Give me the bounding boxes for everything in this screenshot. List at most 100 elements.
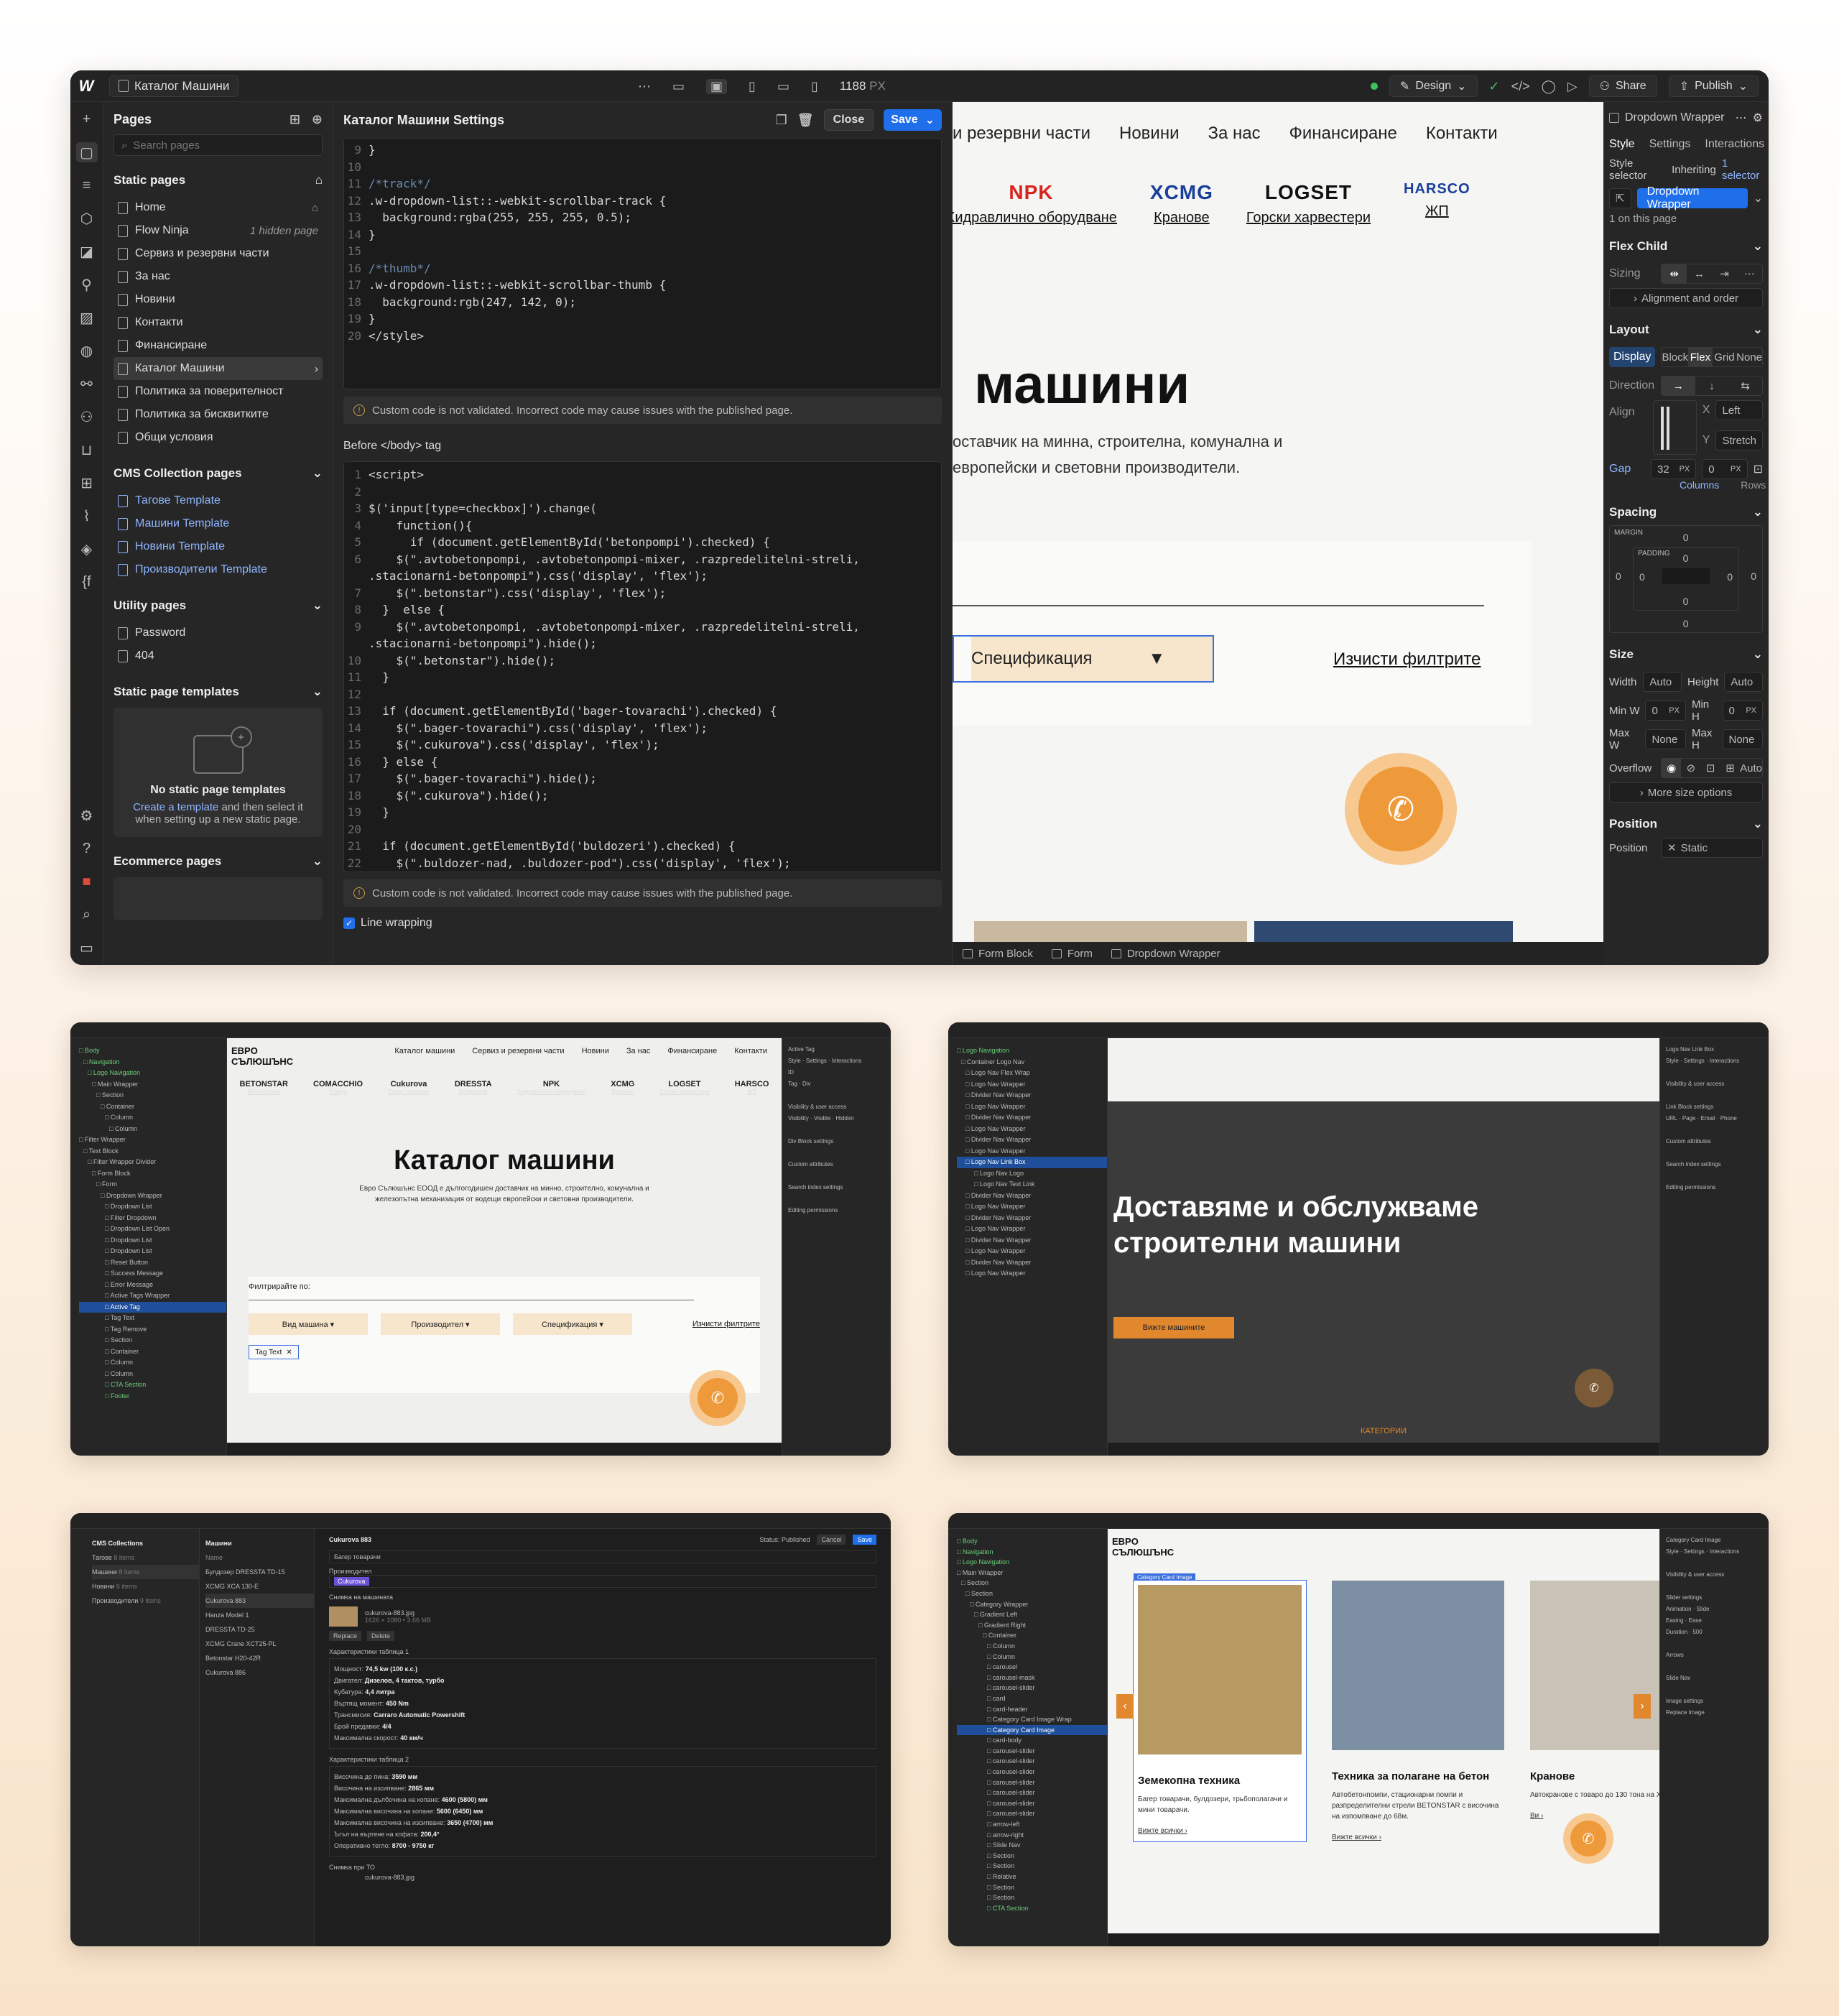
- navigator-node[interactable]: □ Dropdown List Open: [79, 1224, 226, 1235]
- navigator-node[interactable]: □ Slide Nav: [957, 1840, 1107, 1851]
- thumb-brand[interactable]: BETONSTAR Бетонпомпи: [240, 1080, 288, 1095]
- navigator-node[interactable]: □ Category Card Image Wrap: [957, 1714, 1107, 1725]
- more-icon[interactable]: ⋯: [1736, 111, 1747, 125]
- align-grid-control[interactable]: [1652, 400, 1697, 455]
- share-button[interactable]: ⚇ Share: [1588, 75, 1657, 97]
- desktop-large-icon[interactable]: ▭: [672, 79, 685, 94]
- overflow-control[interactable]: ◉ ⊘ ⊡ ⊞ Auto: [1661, 758, 1763, 778]
- navigator-node[interactable]: □ Body: [79, 1045, 226, 1057]
- display-option[interactable]: Block: [1662, 348, 1688, 366]
- align-x-select[interactable]: Left: [1715, 400, 1763, 420]
- settings-icon[interactable]: ⚙: [1753, 111, 1763, 125]
- navigator-node[interactable]: □ Main Wrapper: [957, 1568, 1107, 1578]
- check-icon[interactable]: ✓: [1489, 79, 1500, 94]
- navigator-node[interactable]: □ carousel-slider: [957, 1767, 1107, 1777]
- navigator-node[interactable]: □ Section: [957, 1892, 1107, 1903]
- thumb-call-button[interactable]: ✆: [1575, 1369, 1613, 1407]
- breadcrumb-item[interactable]: Dropdown Wrapper: [1111, 948, 1220, 960]
- play-icon[interactable]: ▷: [1567, 79, 1578, 94]
- navigator-node[interactable]: □ Relative: [957, 1872, 1107, 1882]
- templates-header[interactable]: Static page templates ⌄: [114, 685, 323, 699]
- navigator-node[interactable]: □ carousel-slider: [957, 1777, 1107, 1788]
- static-pages-header[interactable]: Static pages ⌂: [114, 173, 323, 188]
- navigator-node[interactable]: □ Divider Nav Wrapper: [957, 1235, 1107, 1247]
- navigator-node[interactable]: □ Category Wrapper: [957, 1599, 1107, 1610]
- save-button[interactable]: Save ⌄: [884, 109, 942, 131]
- navigator-icon[interactable]: ≡: [76, 175, 98, 195]
- cms-item-row[interactable]: Hanza Model 1: [205, 1608, 314, 1622]
- navigator-node[interactable]: □ Filter Wrapper Divider: [79, 1157, 226, 1168]
- nav-link[interactable]: Контакти: [1426, 124, 1498, 144]
- pages-icon[interactable]: ▢: [75, 142, 98, 162]
- utility-page-item[interactable]: Password: [114, 621, 323, 644]
- page-item[interactable]: Каталог Машини ›: [114, 357, 323, 380]
- add-folder-icon[interactable]: ⊞: [289, 112, 300, 127]
- height-input[interactable]: Auto: [1724, 672, 1764, 692]
- size-section[interactable]: Size ⌄: [1609, 647, 1763, 662]
- navigator-node[interactable]: □ card-header: [957, 1704, 1107, 1715]
- mode-dropdown[interactable]: ✎ Design ⌄: [1389, 75, 1478, 97]
- navigator-node[interactable]: □ Logo Nav Wrapper: [957, 1079, 1107, 1091]
- navigator-node[interactable]: □ carousel-slider: [957, 1798, 1107, 1809]
- thumb-filter-dropdown[interactable]: Спецификация ▾: [513, 1313, 632, 1335]
- collection-item[interactable]: Машини 8 items: [92, 1565, 199, 1579]
- navigator-node[interactable]: □ Logo Nav Wrapper: [957, 1246, 1107, 1257]
- more-icon[interactable]: ⋯: [638, 79, 651, 94]
- navigator-node[interactable]: □ Container: [79, 1101, 226, 1113]
- trash-icon[interactable]: 🗑: [797, 113, 814, 128]
- desktop-icon[interactable]: ▣: [706, 78, 728, 94]
- navigator-node[interactable]: □ Divider Nav Wrapper: [957, 1257, 1107, 1269]
- navigator-node[interactable]: □ Success Message: [79, 1268, 226, 1280]
- cms-pages-header[interactable]: CMS Collection pages ⌄: [114, 466, 323, 481]
- flex-child-section[interactable]: Flex Child ⌄: [1609, 239, 1763, 254]
- breadcrumb-item[interactable]: Form Block: [963, 948, 1033, 960]
- thumb-brand[interactable]: COMACCHIO Сонди: [313, 1080, 363, 1095]
- search-icon[interactable]: ⌕: [76, 905, 98, 925]
- cms-page-item[interactable]: Тагове Template: [114, 489, 323, 512]
- cms-item-row[interactable]: Булдозер DRESSTA TD-15: [205, 1565, 314, 1579]
- navigator-node[interactable]: □ Section: [79, 1090, 226, 1101]
- navigator-node[interactable]: □ Filter Dropdown: [79, 1213, 226, 1224]
- min-height-input[interactable]: 0 PX: [1722, 700, 1763, 721]
- thumb-brand[interactable]: NPK Хидравлично оборудване: [517, 1080, 586, 1095]
- direction-control[interactable]: → ↓ ⇆: [1661, 376, 1763, 396]
- navigator-node[interactable]: □ Container: [79, 1346, 226, 1358]
- navigator-node[interactable]: □ Dropdown Wrapper: [79, 1190, 226, 1202]
- min-width-input[interactable]: 0 PX: [1645, 700, 1686, 721]
- body-code-editor[interactable]: 1 <script> 2 3 $('input[type=checkbox]').cha…: [343, 461, 942, 872]
- mobile-portrait-icon[interactable]: ▯: [811, 79, 818, 94]
- navigator-node[interactable]: □ Dropdown List: [79, 1201, 226, 1213]
- more-size-options-button[interactable]: › More size options: [1609, 782, 1763, 803]
- navigator-node[interactable]: □ Footer: [79, 1391, 226, 1402]
- thumb-filter-dropdown[interactable]: Производител ▾: [381, 1313, 500, 1335]
- navigator-node[interactable]: □ Form Block: [79, 1168, 226, 1180]
- navigator-node[interactable]: □ arrow-left: [957, 1819, 1107, 1830]
- navigator-node[interactable]: □ Section: [957, 1851, 1107, 1862]
- navigator-node[interactable]: □ Body: [957, 1536, 1107, 1547]
- clear-filters-link[interactable]: Изчисти филтрите: [1333, 649, 1481, 670]
- cms-icon[interactable]: ◍: [76, 341, 98, 361]
- navigator-node[interactable]: □ carousel-slider: [957, 1788, 1107, 1798]
- navigator-node[interactable]: □ Logo Navigation: [79, 1068, 226, 1079]
- display-option[interactable]: Flex: [1688, 348, 1713, 366]
- navigator-node[interactable]: □ Column: [957, 1652, 1107, 1663]
- navigator-node[interactable]: □ Logo Nav Logo: [957, 1168, 1107, 1180]
- align-y-select[interactable]: Stretch: [1715, 430, 1763, 450]
- display-control[interactable]: Block Flex Grid None: [1661, 347, 1763, 367]
- users-icon[interactable]: ⚇: [76, 407, 98, 427]
- alignment-order-button[interactable]: › Alignment and order: [1609, 288, 1763, 308]
- page-item[interactable]: Политика за поверителност: [114, 380, 323, 403]
- page-item[interactable]: Политика за бисквитките: [114, 403, 323, 426]
- variables-icon[interactable]: ⚲: [76, 274, 98, 295]
- cms-item-row[interactable]: DRESSTA TD-25: [205, 1622, 314, 1637]
- thumb-brand[interactable]: HARSCO ЖП: [735, 1080, 769, 1095]
- navigator-node[interactable]: □ Navigation: [79, 1057, 226, 1068]
- carousel-card[interactable]: Земекопна техника Багер товарачи, булдозе…: [1133, 1580, 1307, 1842]
- breadcrumb-item[interactable]: Form: [1051, 948, 1093, 960]
- brand-item[interactable]: XCMG Кранове: [1150, 181, 1213, 226]
- card-link[interactable]: Вижте всички ›: [1138, 1827, 1302, 1835]
- navigator-node[interactable]: □ Logo Navigation: [957, 1045, 1107, 1057]
- nav-link[interactable]: За нас: [1208, 124, 1261, 144]
- braces-icon[interactable]: {f: [76, 572, 98, 592]
- components-icon[interactable]: ⬡: [76, 208, 98, 228]
